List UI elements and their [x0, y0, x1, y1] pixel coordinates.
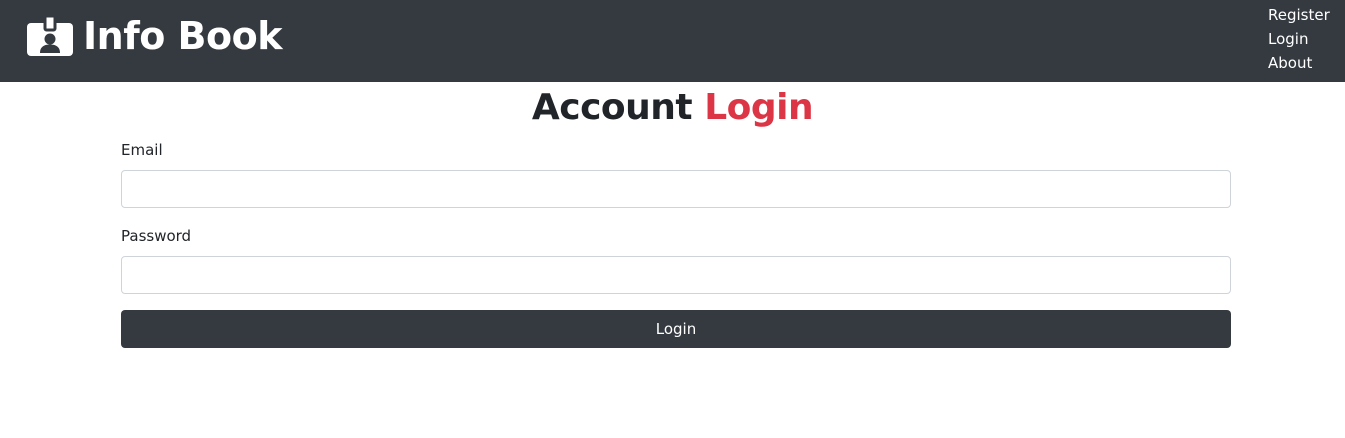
page-title: Account Login [0, 84, 1345, 132]
id-badge-icon [26, 15, 74, 57]
nav-link-about[interactable]: About [1268, 51, 1330, 75]
password-field[interactable] [121, 256, 1231, 294]
nav-link-login[interactable]: Login [1268, 27, 1330, 51]
page-title-main: Account [531, 87, 693, 128]
page-title-accent: Login [704, 87, 814, 128]
login-form: Email Password Login [121, 141, 1231, 348]
password-label: Password [121, 227, 192, 245]
brand-title: Info Book [83, 14, 283, 58]
navbar: Info Book Register Login About [0, 0, 1345, 82]
nav-links: Register Login About [1268, 3, 1330, 75]
nav-link-register[interactable]: Register [1268, 3, 1330, 27]
email-field[interactable] [121, 170, 1231, 208]
email-label: Email [121, 141, 163, 159]
brand-link[interactable]: Info Book [26, 14, 283, 58]
login-button[interactable]: Login [121, 310, 1231, 348]
